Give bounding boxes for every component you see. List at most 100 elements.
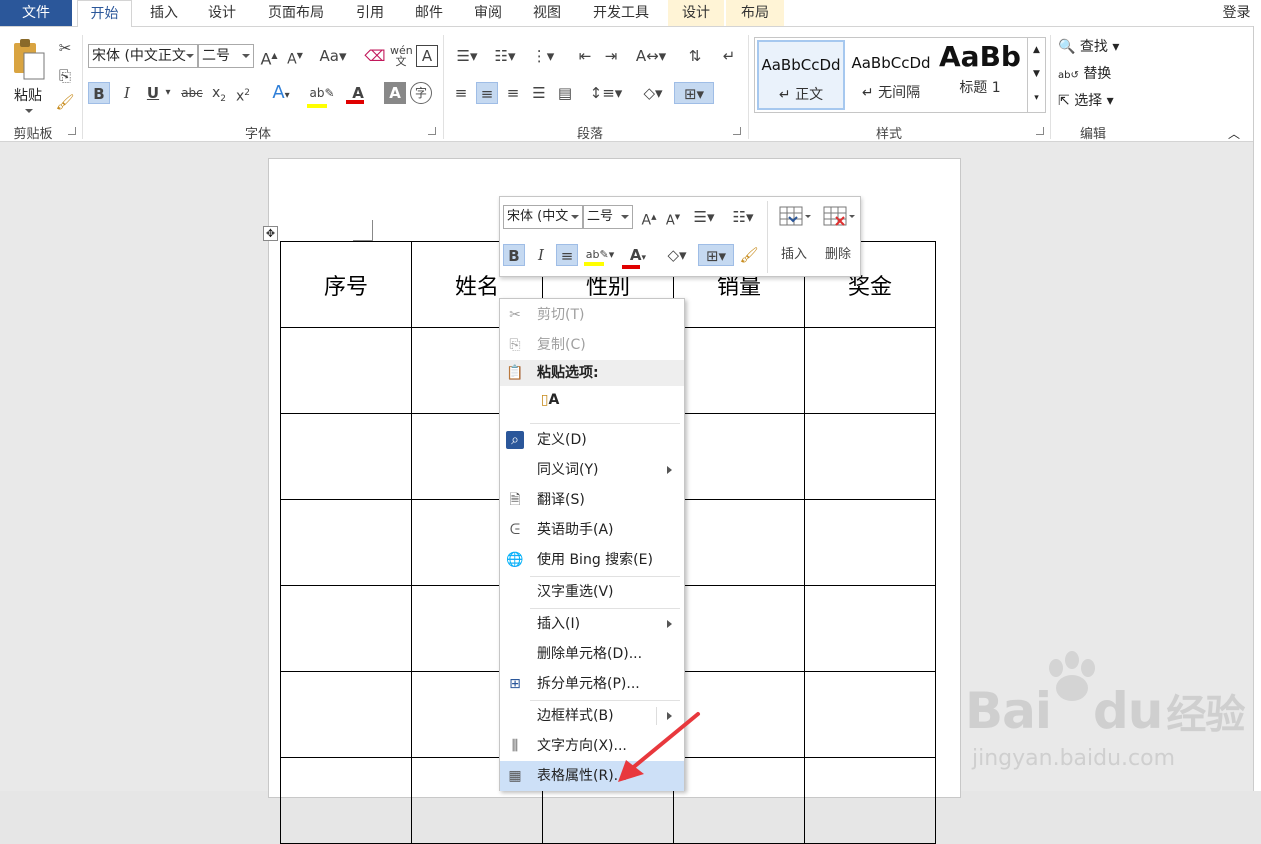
copy-icon[interactable]: ⎘ [54,65,76,87]
mini-font-name-combo[interactable]: 宋体 (中文 [503,205,583,229]
menu-item-bing-search[interactable]: 🌐 使用 Bing 搜索(E) [500,545,684,575]
find-button[interactable]: 🔍 查找 ▾ [1058,36,1138,58]
clear-format-icon[interactable]: ⌫ [364,45,386,67]
tab-home[interactable]: 开始 [77,0,132,27]
table-header-cell[interactable]: 序号 [280,241,412,328]
bullets-icon[interactable]: ☰▾ [450,45,484,67]
tab-insert[interactable]: 插入 [138,0,190,26]
mini-numbering-icon[interactable]: ☷▾ [726,206,760,228]
text-effects-button[interactable]: A▾ [266,82,296,104]
shading-icon[interactable]: ◇▾ [636,82,670,104]
mini-highlight-button[interactable]: ab✎▾ [582,244,618,266]
char-border-icon[interactable]: A [416,45,438,67]
collapse-ribbon-icon[interactable]: ︿ [1228,125,1240,142]
paste-keep-text-icon[interactable]: ▯A [537,392,563,418]
mini-insert-button[interactable]: 插入 [772,203,816,273]
menu-item-synonyms[interactable]: 同义词(Y) [500,455,684,485]
table-cell[interactable] [804,671,936,758]
decrease-indent-icon[interactable]: ⇤ [574,45,596,67]
menu-item-english-assistant[interactable]: ᕮ 英语助手(A) [500,515,684,545]
table-cell[interactable] [673,499,805,586]
tab-design[interactable]: 设计 [196,0,248,26]
bold-button[interactable]: B [88,82,110,104]
menu-item-define[interactable]: ⌕ 定义(D) [500,425,684,455]
menu-item-insert[interactable]: 插入(I) [500,609,684,639]
numbering-icon[interactable]: ☷▾ [488,45,522,67]
tab-review[interactable]: 审阅 [462,0,514,26]
superscript-button[interactable]: x2 [232,82,254,105]
table-cell[interactable] [804,585,936,672]
style-normal[interactable]: AaBbCcDd ↵ 正文 [757,40,845,110]
table-cell[interactable] [280,757,412,844]
cut-icon[interactable]: ✂ [54,37,76,59]
menu-item-hanzi-reselect[interactable]: 汉字重选(V) [500,577,684,607]
phonetic-guide-icon[interactable]: wén 文 [390,45,413,67]
table-cell[interactable] [804,413,936,500]
table-cell[interactable] [280,671,412,758]
menu-item-cut[interactable]: ✂ 剪切(T) [500,300,684,330]
replace-button[interactable]: ab↺ 替换 [1058,63,1138,85]
align-center-icon[interactable]: ≡ [476,82,498,104]
table-cell[interactable] [804,757,936,844]
justify-icon[interactable]: ☰ [528,82,550,104]
font-name-combo[interactable]: 宋体 (中文正文 [88,44,198,68]
paste-button[interactable]: 粘贴 [8,37,52,115]
font-color-button[interactable]: A [344,82,372,104]
line-spacing-icon[interactable]: ↕≡▾ [588,82,624,104]
tab-view[interactable]: 视图 [521,0,573,26]
align-left-icon[interactable]: ≡ [450,82,472,104]
scrollbar-strip[interactable] [1253,26,1261,791]
login-link[interactable]: 登录 [1212,0,1261,26]
table-cell[interactable] [673,585,805,672]
distributed-icon[interactable]: ▤ [554,82,576,104]
tab-table-design[interactable]: 设计 [668,0,724,26]
format-painter-icon[interactable]: 🖌 [54,91,76,113]
menu-item-translate[interactable]: 🗎 翻译(S) [500,485,684,515]
char-shading-icon[interactable]: A [384,82,406,104]
mini-grow-font-icon[interactable]: A▲ [638,206,660,229]
italic-button[interactable]: I [116,82,138,104]
multilevel-list-icon[interactable]: ⋮▾ [526,45,560,67]
mini-delete-button[interactable]: 删除 [816,203,860,273]
mini-font-size-combo[interactable]: 二号 [583,205,633,229]
mini-italic-button[interactable]: I [530,244,552,266]
increase-indent-icon[interactable]: ⇥ [600,45,622,67]
paste-dropdown-arrow[interactable] [25,109,33,113]
change-case-button[interactable]: Aa▾ [316,45,350,67]
tab-file[interactable]: 文件 [0,0,72,26]
table-cell[interactable] [804,327,936,414]
mini-format-painter-icon[interactable]: 🖌 [738,244,760,266]
mini-shrink-font-icon[interactable]: A▼ [662,206,684,228]
table-move-handle-icon[interactable]: ✥ [263,226,278,241]
underline-button[interactable]: U [142,82,164,104]
subscript-button[interactable]: x2 [208,82,230,104]
table-cell[interactable] [280,585,412,672]
shrink-font-icon[interactable]: A▼ [284,45,306,68]
menu-item-delete-cells[interactable]: 删除单元格(D)... [500,639,684,669]
asian-layout-icon[interactable]: A↔▾ [634,45,668,67]
tab-developer[interactable]: 开发工具 [581,0,661,26]
table-cell[interactable] [280,413,412,500]
paragraph-launcher-icon[interactable] [733,127,741,135]
menu-item-split-cells[interactable]: ⊞ 拆分单元格(P)... [500,669,684,699]
mini-bold-button[interactable]: B [503,244,525,266]
styles-launcher-icon[interactable] [1036,127,1044,135]
grow-font-icon[interactable]: A▲ [258,45,280,68]
mini-font-color-button[interactable]: A▾ [620,244,656,269]
enclose-chars-icon[interactable]: 字 [410,82,432,104]
menu-item-copy[interactable]: ⎘ 复制(C) [500,330,684,360]
mini-center-button[interactable]: ≡ [556,244,578,266]
font-launcher-icon[interactable] [428,127,436,135]
table-cell[interactable] [280,327,412,414]
table-cell[interactable] [804,499,936,586]
style-no-spacing[interactable]: AaBbCcDd ↵ 无间隔 [847,40,935,110]
tab-mailings[interactable]: 邮件 [403,0,455,26]
table-cell[interactable] [673,413,805,500]
mini-bullets-icon[interactable]: ☰▾ [688,206,720,228]
mini-borders-button[interactable]: ⊞▾ [698,244,734,266]
mini-shading-button[interactable]: ◇▾ [660,244,694,266]
sort-icon[interactable]: ⇅ [684,45,706,67]
tab-page-layout[interactable]: 页面布局 [255,0,337,26]
select-button[interactable]: ⇱ 选择 ▾ [1058,90,1138,112]
show-marks-icon[interactable]: ↵ [718,45,740,67]
